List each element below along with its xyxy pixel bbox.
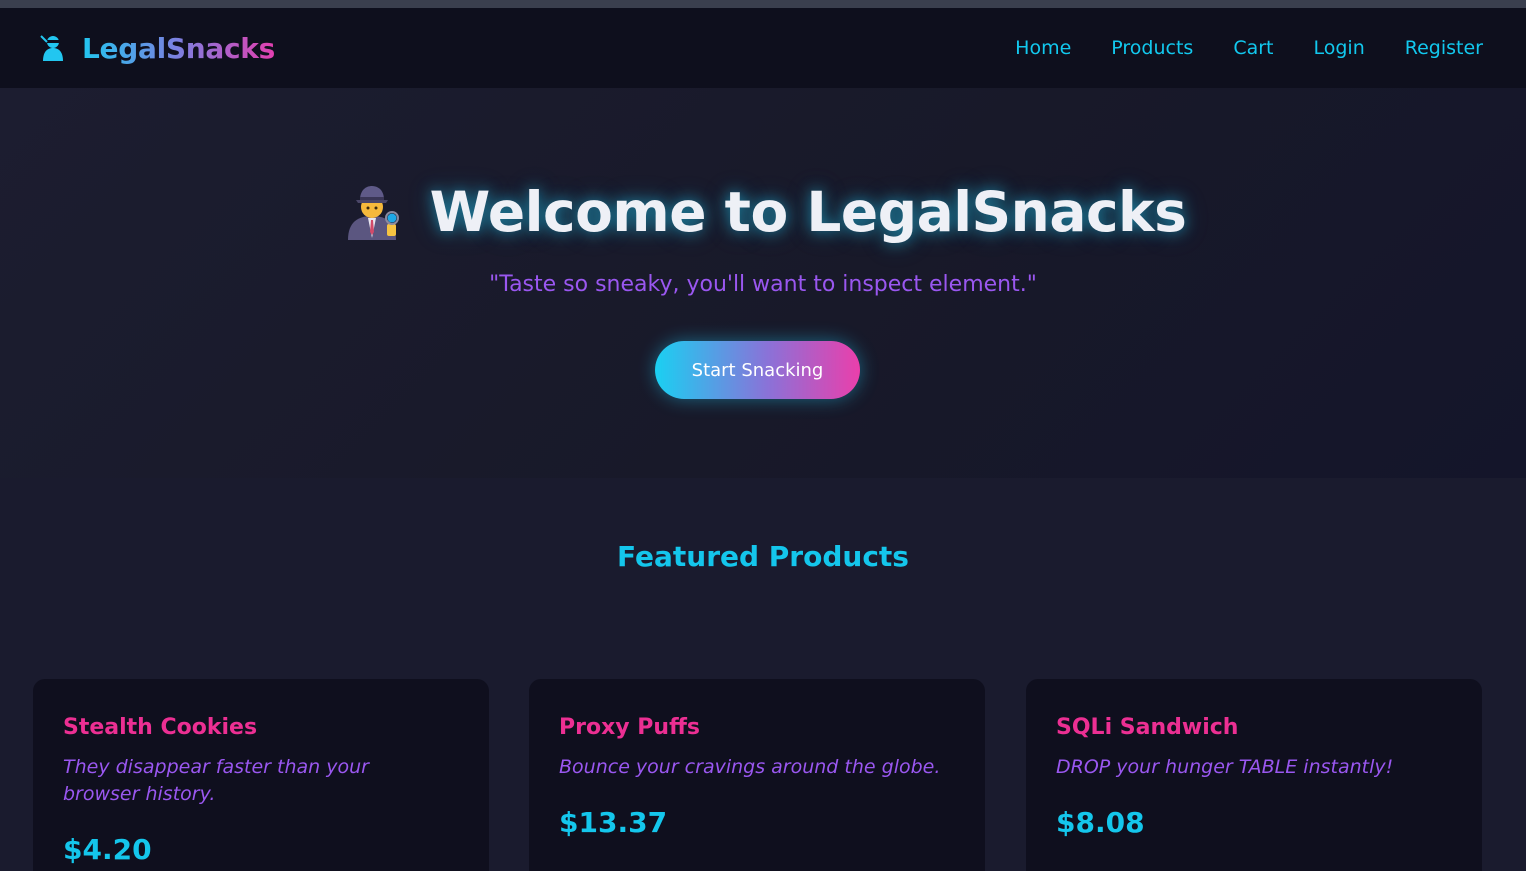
product-price: $8.08 — [1056, 806, 1145, 839]
nav-link-products[interactable]: Products — [1111, 37, 1193, 59]
nav-link-cart[interactable]: Cart — [1233, 37, 1273, 59]
product-price: $13.37 — [559, 806, 668, 839]
nav-link-login[interactable]: Login — [1314, 37, 1365, 59]
product-description: They disappear faster than your browser … — [63, 756, 369, 805]
ninja-icon — [40, 35, 63, 61]
product-price: $4.20 — [63, 833, 152, 866]
hero-title-row: Welcome to LegalSnacks — [0, 180, 1526, 244]
product-name: Stealth Cookies — [63, 715, 258, 740]
nav-link-home[interactable]: Home — [1015, 37, 1071, 59]
product-grid: Stealth Cookies They disappear faster th… — [33, 679, 1482, 871]
start-snacking-button[interactable]: Start Snacking — [655, 341, 860, 399]
product-description: DROP your hunger TABLE instantly! — [1056, 756, 1394, 778]
brand-name: LegalSnacks — [82, 31, 275, 65]
nav-link-register[interactable]: Register — [1405, 37, 1483, 59]
product-name: Proxy Puffs — [559, 715, 700, 740]
hero-section: Welcome to LegalSnacks "Taste so sneaky,… — [0, 88, 1526, 478]
navbar: LegalSnacks Home Products Cart Login Reg… — [0, 8, 1526, 88]
hero-tagline: "Taste so sneaky, you'll want to inspect… — [489, 272, 1037, 297]
product-card[interactable]: Stealth Cookies They disappear faster th… — [33, 679, 489, 871]
nav-links: Home Products Cart Login Register — [1015, 37, 1483, 59]
product-description: Bounce your cravings around the globe. — [559, 756, 941, 778]
product-card[interactable]: Proxy Puffs Bounce your cravings around … — [529, 679, 985, 871]
window-top-strip — [0, 0, 1526, 8]
product-card[interactable]: SQLi Sandwich DROP your hunger TABLE ins… — [1026, 679, 1482, 871]
detective-icon — [347, 186, 399, 240]
brand-logo[interactable]: LegalSnacks — [38, 32, 275, 65]
featured-products-heading: Featured Products — [617, 540, 909, 573]
hero-title: Welcome to LegalSnacks — [429, 180, 1187, 244]
product-name: SQLi Sandwich — [1056, 715, 1239, 740]
